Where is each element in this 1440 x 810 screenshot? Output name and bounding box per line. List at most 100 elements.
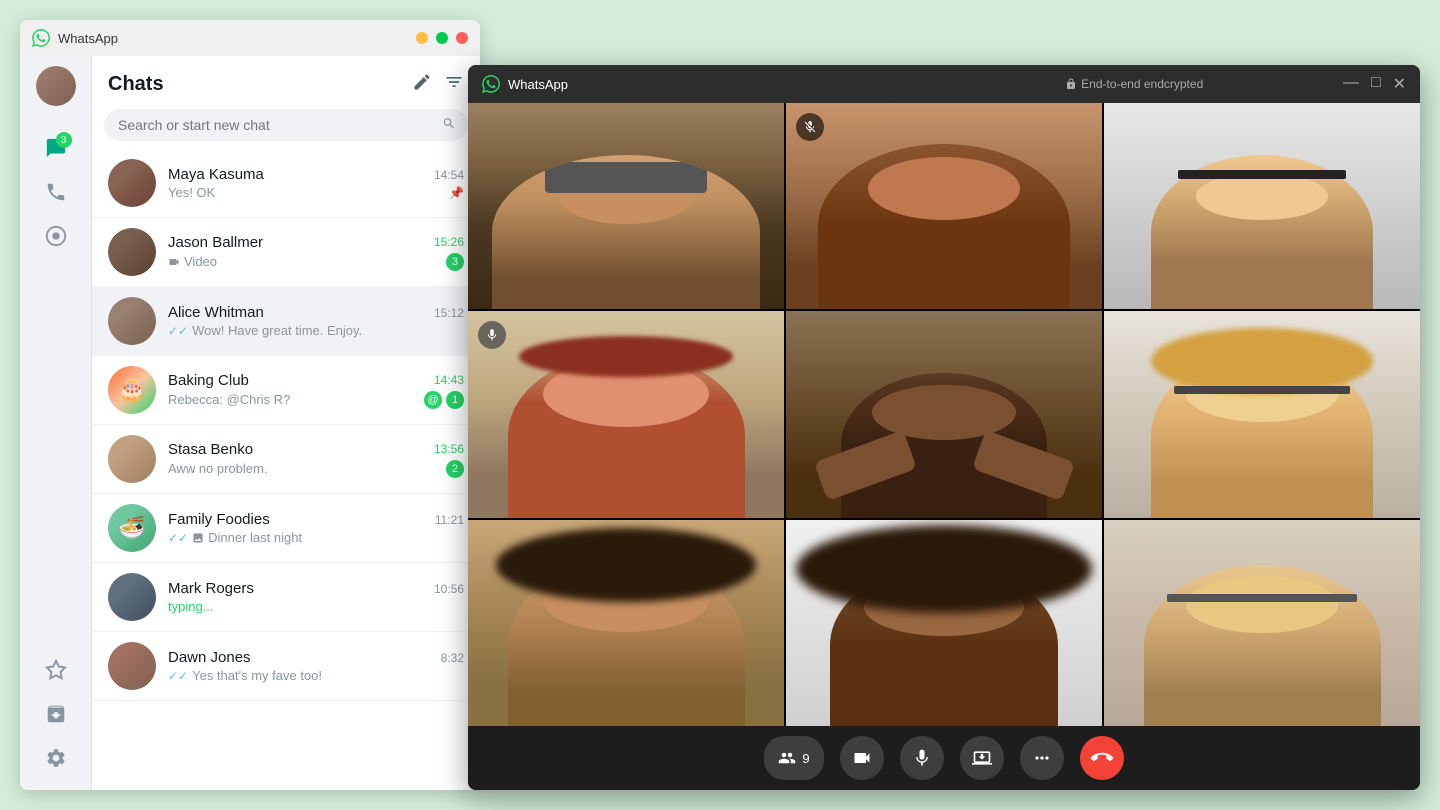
chat-item-stasa[interactable]: Stasa Benko 13:56 Aww no problem. 2 — [92, 425, 480, 494]
call-controls: 9 — [468, 726, 1420, 790]
chat-time-family: 11:21 — [435, 513, 464, 527]
chats-title: Chats — [108, 73, 164, 96]
chat-preview-stasa: Aww no problem. — [168, 461, 440, 476]
video-cell-5-highlighted — [786, 311, 1102, 517]
avatar-baking: 🎂 — [108, 366, 156, 414]
app-title: WhatsApp — [58, 31, 416, 46]
chat-panel: Chats — [92, 56, 480, 790]
double-check-family: ✓✓ — [168, 531, 188, 545]
mute-indicator-2 — [796, 113, 824, 141]
video-minimize-button[interactable]: — — [1343, 74, 1359, 94]
header-actions — [412, 72, 464, 97]
avatar-family: 🍜 — [108, 504, 156, 552]
whatsapp-logo-icon — [32, 29, 50, 47]
video-cell-9 — [1104, 520, 1420, 726]
search-bar — [104, 109, 468, 141]
close-button[interactable]: ✕ — [456, 32, 468, 44]
chat-time-baking: 14:43 — [434, 373, 464, 387]
video-cell-8 — [786, 520, 1102, 726]
video-whatsapp-logo-icon — [482, 75, 500, 93]
chat-info-baking: Baking Club 14:43 Rebecca: @Chris R? @ 1 — [168, 372, 464, 409]
chat-item-mark[interactable]: Mark Rogers 10:56 typing... — [92, 563, 480, 632]
search-input[interactable] — [104, 109, 468, 141]
video-cell-4 — [468, 311, 784, 517]
chat-item-dawn[interactable]: Dawn Jones 8:32 ✓✓ Yes that's my fave to… — [92, 632, 480, 701]
title-bar: WhatsApp — □ ✕ — [20, 20, 480, 56]
chat-name-family: Family Foodies — [168, 511, 270, 528]
unread-badge-jason: 3 — [446, 253, 464, 271]
sidebar-nav: 3 — [20, 56, 92, 790]
user-avatar[interactable] — [36, 66, 76, 106]
chat-info-dawn: Dawn Jones 8:32 ✓✓ Yes that's my fave to… — [168, 649, 464, 683]
chat-list: Maya Kasuma 14:54 Yes! OK 📌 — [92, 149, 480, 790]
chat-preview-baking: Rebecca: @Chris R? — [168, 392, 418, 407]
mention-badge-baking: @ — [424, 391, 442, 409]
sidebar-item-settings[interactable] — [38, 740, 74, 776]
chat-info-maya: Maya Kasuma 14:54 Yes! OK 📌 — [168, 166, 464, 200]
screen-share-button[interactable] — [960, 736, 1004, 780]
chat-name-stasa: Stasa Benko — [168, 441, 253, 458]
avatar-stasa — [108, 435, 156, 483]
chat-info-jason: Jason Ballmer 15:26 Video 3 — [168, 234, 464, 271]
minimize-button[interactable]: — — [416, 32, 428, 44]
end-call-button[interactable] — [1080, 736, 1124, 780]
encryption-indicator: End-to-end endcrypted — [925, 77, 1342, 91]
chat-time-stasa: 13:56 — [434, 442, 464, 456]
chat-time-maya: 14:54 — [434, 168, 464, 182]
video-toggle-button[interactable] — [840, 736, 884, 780]
chat-time-alice: 15:12 — [434, 306, 464, 320]
filter-icon[interactable] — [444, 72, 464, 97]
chat-item-maya[interactable]: Maya Kasuma 14:54 Yes! OK 📌 — [92, 149, 480, 218]
avatar-jason — [108, 228, 156, 276]
chat-name-jason: Jason Ballmer — [168, 234, 263, 251]
mic-toggle-button[interactable] — [900, 736, 944, 780]
chat-name-dawn: Dawn Jones — [168, 649, 251, 666]
video-maximize-button[interactable]: □ — [1371, 74, 1381, 94]
window-controls: — □ ✕ — [416, 32, 468, 44]
chat-name-mark: Mark Rogers — [168, 580, 254, 597]
chat-info-stasa: Stasa Benko 13:56 Aww no problem. 2 — [168, 441, 464, 478]
chat-item-alice[interactable]: Alice Whitman 15:12 ✓✓ Wow! Have great t… — [92, 287, 480, 356]
participants-button[interactable]: 9 — [764, 736, 823, 780]
search-icon — [442, 117, 456, 134]
double-check-dawn: ✓✓ — [168, 669, 188, 683]
chat-preview-maya: Yes! OK — [168, 185, 449, 200]
chat-name-baking: Baking Club — [168, 372, 249, 389]
chat-item-jason[interactable]: Jason Ballmer 15:26 Video 3 — [92, 218, 480, 287]
chat-info-family: Family Foodies 11:21 ✓✓ Dinner last nigh… — [168, 511, 464, 545]
video-grid — [468, 103, 1420, 726]
unread-badge-baking: 1 — [446, 391, 464, 409]
chat-preview-alice: ✓✓ Wow! Have great time. Enjoy. — [168, 323, 464, 338]
video-call-window: WhatsApp End-to-end endcrypted — □ ✕ — [468, 65, 1420, 790]
sidebar-item-chats[interactable]: 3 — [38, 130, 74, 166]
more-options-button[interactable] — [1020, 736, 1064, 780]
avatar-mark — [108, 573, 156, 621]
double-check-alice: ✓✓ — [168, 324, 188, 338]
new-chat-icon[interactable] — [412, 72, 432, 97]
participants-count: 9 — [802, 751, 809, 766]
sidebar-item-archived[interactable] — [38, 696, 74, 732]
chat-item-baking[interactable]: 🎂 Baking Club 14:43 Rebecca: @Chris R? @ — [92, 356, 480, 425]
video-close-button[interactable]: ✕ — [1393, 74, 1406, 94]
main-whatsapp-window: WhatsApp — □ ✕ 3 — [20, 20, 480, 790]
chat-preview-jason: Video — [168, 254, 440, 269]
avatar-maya — [108, 159, 156, 207]
video-cell-2 — [786, 103, 1102, 309]
avatar-dawn — [108, 642, 156, 690]
video-cell-6 — [1104, 311, 1420, 517]
chat-info-mark: Mark Rogers 10:56 typing... — [168, 580, 464, 614]
sidebar-item-starred[interactable] — [38, 652, 74, 688]
chats-badge: 3 — [56, 132, 72, 148]
pin-icon-maya: 📌 — [449, 186, 464, 200]
chat-name-maya: Maya Kasuma — [168, 166, 264, 183]
video-app-name: WhatsApp — [508, 77, 925, 92]
sidebar-item-calls[interactable] — [38, 174, 74, 210]
chat-info-alice: Alice Whitman 15:12 ✓✓ Wow! Have great t… — [168, 304, 464, 338]
maximize-button[interactable]: □ — [436, 32, 448, 44]
avatar-alice — [108, 297, 156, 345]
app-body: 3 Chats — [20, 56, 480, 790]
sidebar-item-status[interactable] — [38, 218, 74, 254]
chat-preview-family: ✓✓ Dinner last night — [168, 530, 464, 545]
chat-time-jason: 15:26 — [434, 235, 464, 249]
chat-item-family[interactable]: 🍜 Family Foodies 11:21 ✓✓ Dinner last ni… — [92, 494, 480, 563]
